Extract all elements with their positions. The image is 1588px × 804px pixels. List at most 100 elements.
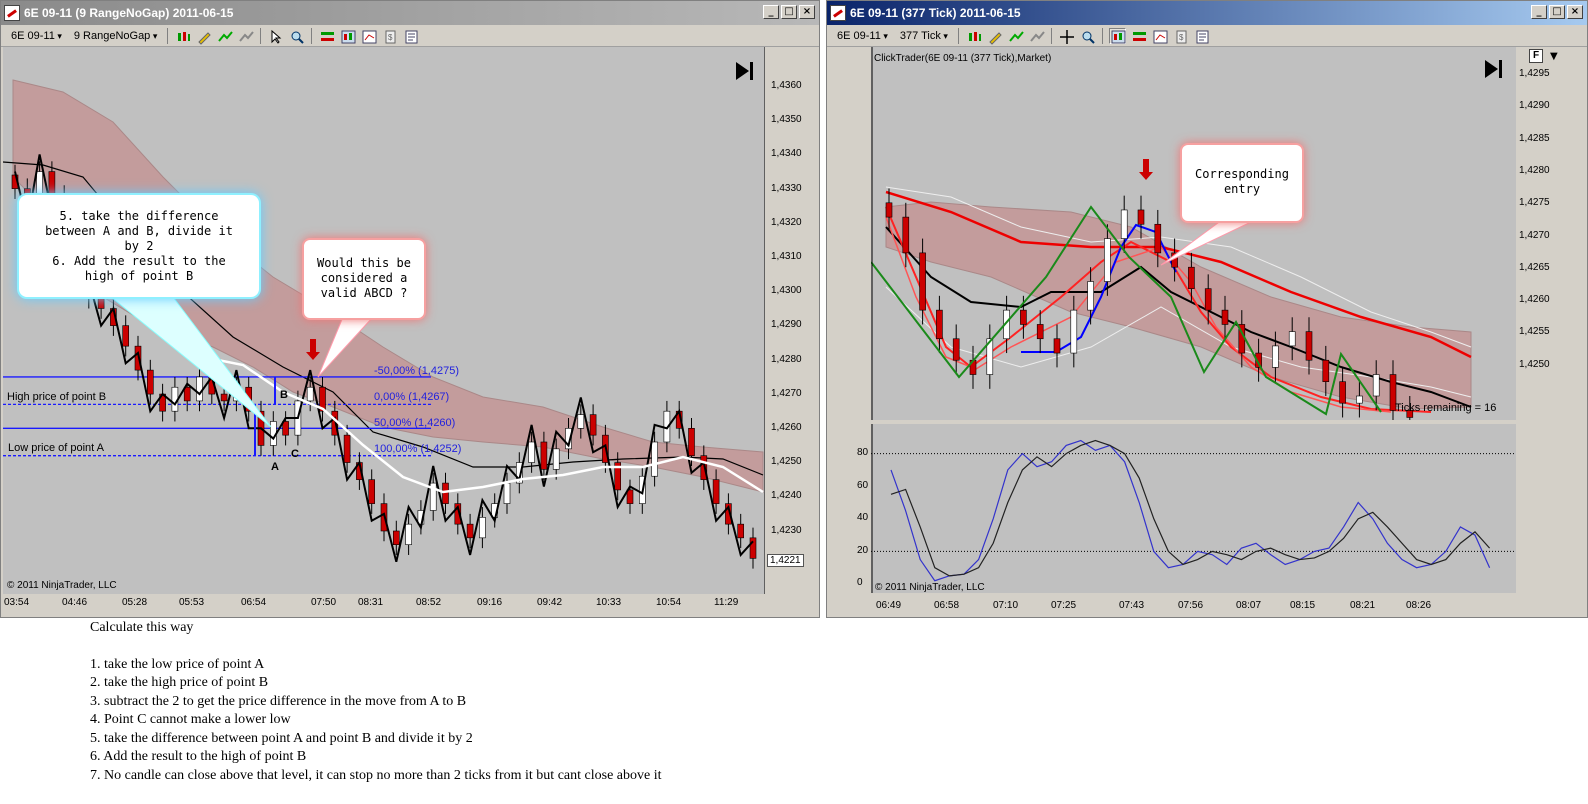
axis-tick-label: 07:43 [1119, 600, 1145, 611]
indicator-icon[interactable] [216, 28, 234, 44]
axis-tick-label: 1,4320 [771, 216, 802, 228]
instrument-selector[interactable]: 6E 09-11 [833, 29, 892, 43]
callout-line: entry [1223, 182, 1261, 196]
axis-tick-label: 06:58 [934, 600, 960, 611]
axis-tick-label: 80 [857, 447, 869, 458]
axis-tick-label: 1,4260 [1519, 294, 1550, 306]
close-button[interactable]: × [1567, 5, 1583, 19]
axis-tick-label: 1,4285 [1519, 132, 1550, 144]
properties-icon[interactable] [318, 28, 335, 44]
ichimoku-cloud [885, 201, 1472, 410]
point-a-label: A [271, 461, 279, 473]
candle-body [282, 421, 289, 436]
copy-icon[interactable]: $ [1172, 28, 1189, 44]
crosshair-icon[interactable] [1058, 28, 1075, 44]
instrument-selector[interactable]: 6E 09-11 [7, 29, 66, 43]
axis-tick-label: 1,4295 [1519, 68, 1550, 79]
toolbar-separator [1101, 27, 1103, 44]
candle-body [122, 325, 129, 347]
notes-heading: Calculate this way [90, 620, 194, 635]
right-price-chart[interactable] [871, 47, 1516, 420]
minimize-button[interactable]: _ [763, 5, 779, 19]
high-point-b-label: High price of point B [7, 391, 107, 403]
pointer-icon[interactable] [267, 28, 284, 44]
print-icon[interactable] [1193, 28, 1210, 44]
axis-tick-label: 08:52 [416, 597, 442, 608]
properties-icon[interactable] [1130, 28, 1147, 44]
candle-body [405, 523, 412, 545]
print-icon[interactable] [402, 28, 419, 44]
axis-tick-label: 08:21 [1350, 600, 1376, 611]
drawing-tool-icon[interactable] [986, 28, 1003, 45]
notes-item: 5. take the difference between point A a… [90, 730, 473, 746]
low-point-a-label: Low price of point A [8, 442, 105, 454]
zoom-icon[interactable] [288, 28, 305, 44]
candle-body [479, 517, 486, 539]
candle-body [749, 537, 757, 559]
axis-tick-label: 1,4340 [771, 148, 802, 160]
axis-tick-label: 1,4290 [1519, 100, 1550, 112]
candle-body [1372, 374, 1380, 397]
last-price-marker: 1,4221 [767, 554, 804, 567]
right-copyright: © 2011 NinjaTrader, LLC [875, 582, 985, 593]
right-title-bar[interactable]: 6E 09-11 (377 Tick) 2011-06-15 _ □ × [827, 1, 1587, 25]
fib-level-label: -50,00% (1,4275) [374, 365, 459, 377]
entry-callout: Corresponding entry [1180, 143, 1304, 223]
candle-body [1221, 309, 1229, 325]
bar-type-icon[interactable] [965, 28, 982, 44]
axis-tick-label: 07:10 [993, 600, 1019, 611]
drawing-tool-icon[interactable] [195, 28, 212, 45]
candle-body [1305, 331, 1313, 361]
bar-type-icon[interactable] [174, 28, 191, 44]
ninjatrader-app-icon [4, 5, 20, 21]
axis-tick-label: 1,4265 [1519, 261, 1550, 273]
zoom-icon[interactable] [1079, 28, 1096, 44]
candle-body [1087, 281, 1094, 311]
period-selector[interactable]: 377 Tick [896, 29, 952, 43]
chart-trader-icon[interactable] [339, 28, 356, 44]
strategy-icon[interactable] [237, 28, 255, 44]
axis-tick-label: 08:26 [1406, 600, 1432, 611]
candle-body [1053, 338, 1061, 354]
toolbar-separator [957, 27, 959, 44]
candle-body [48, 171, 56, 196]
candle-body [1188, 266, 1195, 289]
stochastic-k-line [890, 439, 1491, 582]
chevron-down-icon[interactable]: ▼ [1550, 51, 1558, 62]
left-price-chart[interactable] [3, 47, 765, 594]
candle-body [306, 386, 314, 402]
axis-tick-label: 03:54 [4, 597, 30, 608]
axis-tick-label: 1,4260 [771, 422, 802, 433]
right-oscillator-panel[interactable] [871, 424, 1516, 593]
maximize-button[interactable]: □ [781, 5, 797, 19]
close-button[interactable]: × [799, 5, 815, 19]
skip-to-end-icon [750, 62, 753, 80]
copy-icon[interactable]: $ [381, 28, 398, 44]
data-box-icon[interactable] [1151, 28, 1168, 44]
axis-tick-label: 10:33 [596, 597, 622, 608]
fib-level-label: 100,00% (1,4252) [374, 443, 462, 455]
candle-body [1356, 395, 1363, 404]
f-button[interactable]: F [1529, 49, 1543, 63]
candle-body [528, 441, 535, 463]
candle-body [902, 216, 910, 254]
data-box-icon[interactable] [360, 28, 377, 44]
candle-body [220, 393, 228, 402]
maximize-button[interactable]: □ [1549, 5, 1565, 19]
axis-tick-label: 60 [857, 479, 869, 491]
indicator-icon[interactable] [1007, 28, 1024, 44]
candle-body [1104, 238, 1111, 282]
period-selector[interactable]: 9 RangeNoGap [70, 29, 161, 43]
candle-body [540, 441, 548, 470]
strategy-icon[interactable] [1028, 28, 1045, 44]
chart-trader-icon[interactable] [1108, 27, 1126, 44]
candle-body [688, 428, 695, 456]
minimize-button[interactable]: _ [1531, 5, 1547, 19]
axis-tick-label: 40 [857, 512, 869, 524]
candle-body [952, 338, 960, 361]
left-title-bar[interactable]: 6E 09-11 (9 RangeNoGap) 2011-06-15 _ □ × [1, 1, 819, 25]
toolbar-separator [167, 27, 169, 44]
axis-tick-label: 07:56 [1178, 600, 1204, 611]
fib-level-label: 50,00% (1,4260) [374, 417, 456, 429]
notes-item: 1. take the low price of point A [90, 656, 265, 672]
